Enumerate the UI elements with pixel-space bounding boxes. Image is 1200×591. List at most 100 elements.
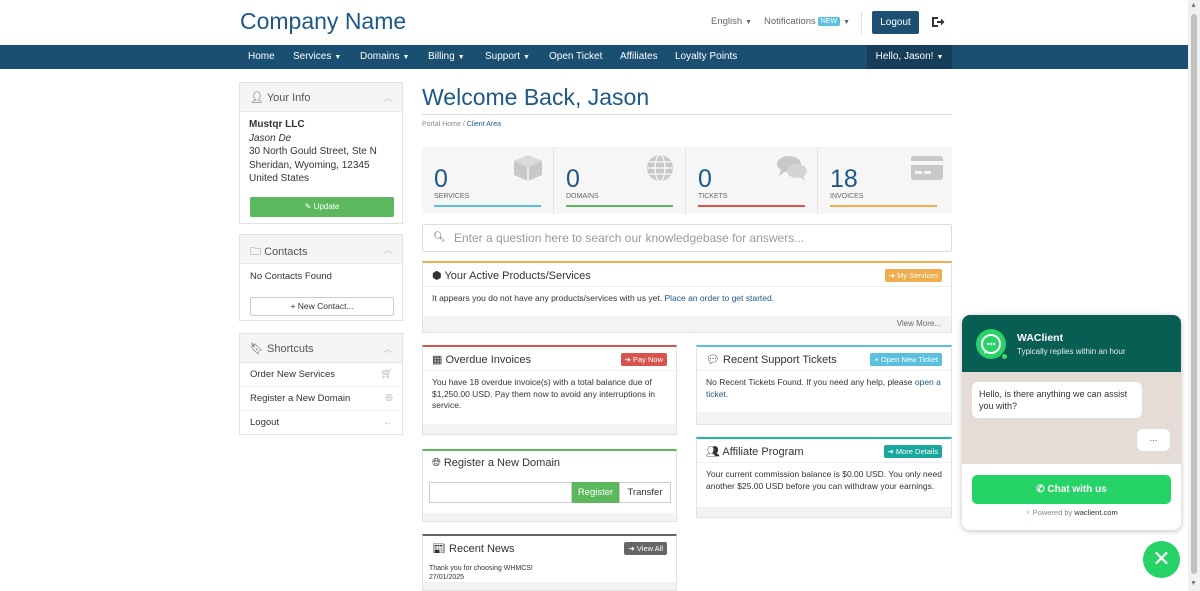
nav-billing[interactable]: Billing ▼ [428,45,465,69]
card-title-text: Your Active Products/Services [444,270,591,282]
update-button[interactable]: ✎ Update [250,197,394,217]
stat-label: TICKETS [698,193,728,200]
powered-brand[interactable]: waclient.com [1074,508,1117,517]
card-title-text: Recent Support Tickets [723,354,837,366]
pay-now-button[interactable]: ➜ Pay Now [620,353,667,366]
kb-search-placeholder: Enter a question here to search our know… [454,231,805,245]
news-item[interactable]: Thank you for choosing WHMCS! 27/01/2025 [429,564,533,582]
address-line-2: Sheridan, Wyoming, 12345 [249,159,370,171]
chevron-up-icon[interactable]: ︿ [383,243,392,256]
breadcrumb-current: Client Area [466,121,501,128]
nav-affiliates[interactable]: Affiliates [620,45,658,69]
user-icon: 👤︎ [250,92,267,104]
card-footer [697,412,951,424]
info-body: Mustqr LLC Jason De 30 North Gould Stree… [240,112,402,192]
panel-header[interactable]: 🗀︎ Contacts ︿ [240,235,402,264]
nav-support[interactable]: Support ▼ [485,45,530,69]
language-dropdown[interactable]: English ▼ [711,16,752,27]
view-all-button[interactable]: ➜ View All [624,542,667,555]
bolt-icon: ⚡︎ [1025,508,1033,517]
nav-services[interactable]: Services ▼ [293,45,341,69]
chat-message: Hello, is there anything we can assist y… [972,382,1142,418]
scroll-down-icon[interactable]: ▼ [1190,580,1197,587]
stat-domains[interactable]: 0 DOMAINS [554,147,686,214]
shortcut-logout[interactable]: Logout ← [240,411,403,435]
nav-label: Loyalty Points [675,51,738,62]
chevron-down-icon: ▼ [936,54,944,61]
stat-services[interactable]: 0 SERVICES [422,147,554,214]
more-details-button[interactable]: ➜ More Details [883,445,942,458]
close-chat-button[interactable]: ✕ [1143,541,1180,578]
shortcut-register-domain[interactable]: Register a New Domain 🌐︎ [240,387,403,411]
divider [861,12,862,34]
chat-with-us-button[interactable]: ✆ Chat with us [972,475,1171,504]
nav-home[interactable]: Home [248,45,275,69]
new-contact-button[interactable]: + New Contact... [250,297,394,316]
notifications-dropdown[interactable]: Notifications NEW ▼ [764,16,850,27]
widget-name: WAClient [1017,332,1064,344]
language-label: English [711,16,743,27]
country: United States [249,173,310,184]
panel-title: 👤︎ Your Info [250,91,310,104]
newspaper-icon: 📰︎ [432,543,450,555]
shortcut-label: Register a New Domain [250,393,351,404]
nav-domains[interactable]: Domains ▼ [360,45,409,69]
panel-header[interactable]: 👤︎ Your Info ︿ [240,83,402,112]
my-services-button[interactable]: ➜ My Services [884,269,942,282]
cube-icon: ⬢ [432,270,445,282]
domain-input[interactable] [429,482,572,503]
user-menu[interactable]: Hello, Jason! ▼ [867,45,952,69]
nav-loyalty-points[interactable]: Loyalty Points [675,45,737,69]
card-title: 💬︎ Recent Support Tickets [706,353,837,366]
page-title: Welcome Back, Jason [422,84,650,110]
chevron-down-icon: ▼ [523,54,530,61]
chevron-up-icon[interactable]: ︿ [383,91,392,104]
button-label: Chat with us [1047,484,1107,495]
card-header: ▦ Overdue Invoices ➜ Pay Now [423,347,676,371]
chevron-up-icon[interactable]: ︿ [383,342,392,355]
card-title: 📰︎ Recent News [432,542,514,555]
whatsapp-chat-widget: WAClient Typically replies within an hou… [962,315,1181,530]
comments-icon [777,156,807,181]
breadcrumb: Portal Home / Client Area [422,121,501,128]
stat-underline [698,205,805,207]
widget-header: WAClient Typically replies within an hou… [962,315,1181,372]
sign-out-icon[interactable] [931,15,945,29]
card-title: ⬢ Your Active Products/Services [432,269,591,282]
nav-label: Home [248,51,275,62]
scrollbar-thumb[interactable] [1191,14,1197,574]
stat-tickets[interactable]: 0 TICKETS [686,147,818,214]
button-label: My Services [897,271,938,280]
panel-title-text: Your Info [266,92,311,104]
card-header: 📰︎ Recent News ➜ View All [423,536,676,560]
card-footer [423,513,676,521]
nav-label: Support [485,51,521,62]
nav-label: Open Ticket [549,51,603,62]
scroll-up-icon[interactable]: ▲ [1190,2,1197,9]
button-label: More Details [895,447,938,456]
card-body: You have 18 overdue invoice(s) with a to… [432,377,656,410]
stat-value: 18 [830,165,858,193]
widget-subtitle: Typically replies within an hour [1017,347,1126,356]
open-new-ticket-button[interactable]: + Open New Ticket [870,353,942,366]
view-more-link[interactable]: View More... [897,319,941,328]
breadcrumb-home[interactable]: Portal Home [422,121,461,128]
register-domain-card: 🌐︎ Register a New Domain Register Transf… [422,449,677,522]
shortcut-order-services[interactable]: Order New Services 🛒︎ [240,363,403,387]
page-scrollbar[interactable]: ▲ ▼ [1188,0,1200,591]
stat-invoices[interactable]: 18 INVOICES [818,147,952,214]
logout-button[interactable]: Logout [872,11,919,34]
card-footer [423,424,676,434]
kb-search-input[interactable]: 🔍︎ Enter a question here to search our k… [422,224,952,252]
recent-news-card: 📰︎ Recent News ➜ View All Thank you for … [422,534,677,591]
nav-open-ticket[interactable]: Open Ticket [549,45,602,69]
register-button[interactable]: Register [572,482,619,503]
transfer-button[interactable]: Transfer [619,482,671,503]
active-products-card: ⬢ Your Active Products/Services ➜ My Ser… [422,261,952,333]
button-label: View All [636,544,663,553]
stat-label: DOMAINS [566,193,599,200]
arrow-right-icon: ➜ [888,271,898,280]
panel-header[interactable]: 🔖︎ Shortcuts ︿ [240,334,402,363]
place-order-link[interactable]: Place an order to get started. [664,293,774,303]
brand-logo[interactable]: Company Name [240,8,406,35]
